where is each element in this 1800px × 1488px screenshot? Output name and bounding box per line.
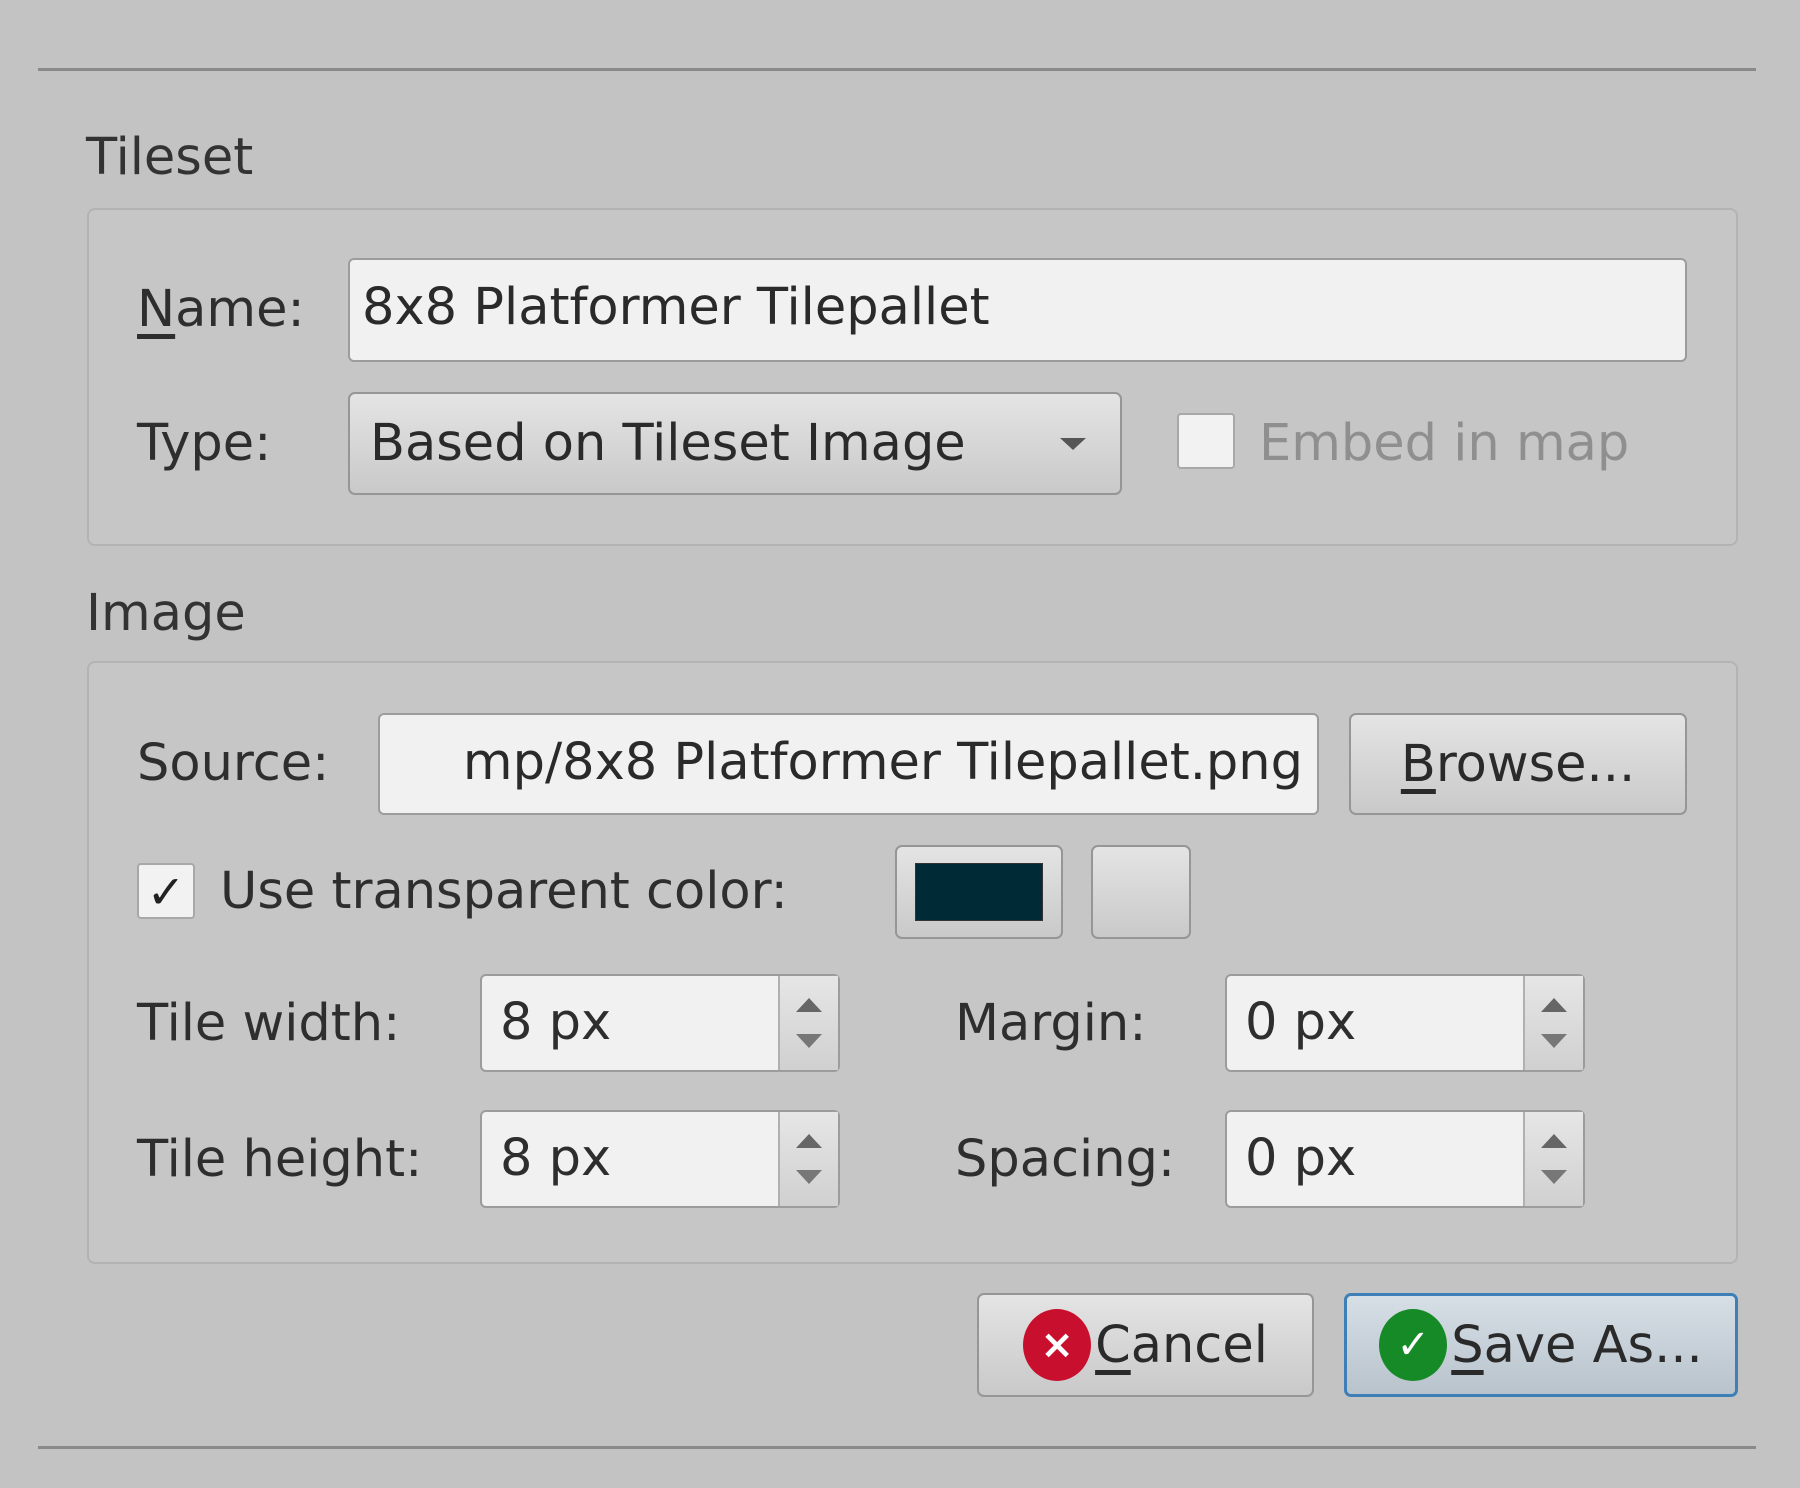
arrow-down-icon[interactable] xyxy=(1541,1170,1567,1184)
pick-color-button[interactable] xyxy=(1091,845,1191,939)
source-input[interactable]: mp/8x8 Platformer Tilepallet.png xyxy=(378,713,1319,815)
spacing-spinbox[interactable]: 0 px xyxy=(1225,1110,1585,1208)
arrow-down-icon[interactable] xyxy=(1541,1034,1567,1048)
type-combobox[interactable]: Based on Tileset Image xyxy=(348,392,1122,495)
tile-height-stepper[interactable] xyxy=(778,1112,838,1206)
spacing-value: 0 px xyxy=(1245,1129,1357,1188)
margin-value: 0 px xyxy=(1245,993,1357,1052)
arrow-up-icon[interactable] xyxy=(796,1134,822,1148)
tile-width-spinbox[interactable]: 8 px xyxy=(480,974,840,1072)
tile-width-value: 8 px xyxy=(500,993,612,1052)
embed-checkbox[interactable] xyxy=(1177,413,1235,469)
name-input[interactable]: 8x8 Platformer Tilepallet xyxy=(348,258,1687,362)
source-label: Source: xyxy=(137,734,330,793)
save-as-label: Save As... xyxy=(1451,1315,1703,1375)
arrow-down-icon[interactable] xyxy=(796,1034,822,1048)
arrow-up-icon[interactable] xyxy=(1541,998,1567,1012)
arrow-up-icon[interactable] xyxy=(1541,1134,1567,1148)
save-as-button[interactable]: ✓ Save As... xyxy=(1344,1293,1738,1397)
image-group-title: Image xyxy=(86,584,246,643)
margin-stepper[interactable] xyxy=(1523,976,1583,1070)
transparent-color-label: Use transparent color: xyxy=(220,862,788,921)
margin-spinbox[interactable]: 0 px xyxy=(1225,974,1585,1072)
spacing-stepper[interactable] xyxy=(1523,1112,1583,1206)
browse-label: Browse... xyxy=(1400,734,1636,794)
type-value: Based on Tileset Image xyxy=(370,414,966,473)
arrow-up-icon[interactable] xyxy=(796,998,822,1012)
arrow-down-icon[interactable] xyxy=(796,1170,822,1184)
browse-button[interactable]: Browse... xyxy=(1349,713,1687,815)
tileset-group-title: Tileset xyxy=(86,128,254,187)
name-label-text: Name: xyxy=(137,280,305,339)
cancel-button[interactable]: × Cancel xyxy=(977,1293,1314,1397)
tile-width-stepper[interactable] xyxy=(778,976,838,1070)
tile-height-value: 8 px xyxy=(500,1129,612,1188)
chevron-down-icon xyxy=(1060,438,1086,450)
color-swatch xyxy=(915,863,1043,921)
tile-height-spinbox[interactable]: 8 px xyxy=(480,1110,840,1208)
bottom-separator xyxy=(38,1446,1756,1449)
cancel-label: Cancel xyxy=(1095,1315,1268,1375)
transparent-color-checkbox[interactable]: ✓ xyxy=(137,863,195,919)
margin-label: Margin: xyxy=(955,994,1147,1053)
top-separator xyxy=(38,68,1756,71)
type-label: Type: xyxy=(137,414,272,473)
spacing-label: Spacing: xyxy=(955,1130,1176,1189)
name-label: Name: xyxy=(137,280,305,340)
tile-height-label: Tile height: xyxy=(137,1130,423,1189)
checkmark-icon: ✓ xyxy=(1379,1309,1448,1381)
cancel-icon: × xyxy=(1023,1309,1092,1381)
transparent-color-button[interactable] xyxy=(895,845,1063,939)
tile-width-label: Tile width: xyxy=(137,994,401,1053)
embed-label: Embed in map xyxy=(1259,414,1630,473)
